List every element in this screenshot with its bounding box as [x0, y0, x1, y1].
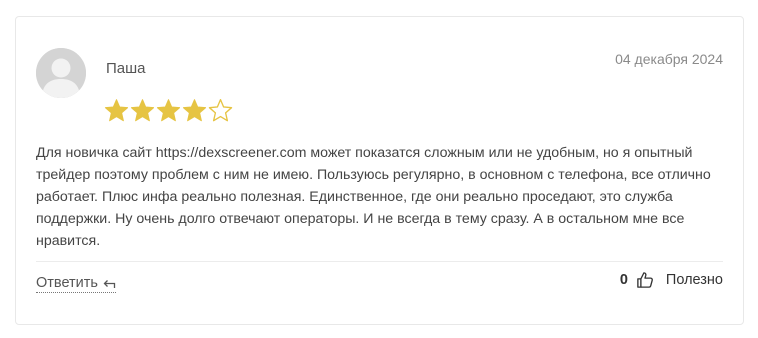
like-count: 0: [619, 272, 628, 288]
review-date: 04 декабря 2024: [615, 51, 723, 67]
star-filled-icon: [104, 98, 129, 123]
review-text: Для новичка сайт https://dexscreener.com…: [36, 145, 711, 249]
star-filled-icon: [182, 98, 207, 123]
review-card: Паша 04 декабря 2024 Для новичка сайт ht…: [15, 16, 744, 325]
rating-stars: [104, 98, 233, 123]
thumbs-up-icon: [637, 272, 653, 288]
reply-label: Ответить: [36, 275, 98, 291]
useful-block: 0 Полезно: [620, 271, 723, 289]
star-empty-icon: [208, 98, 233, 123]
user-silhouette-icon: [36, 48, 86, 98]
reply-button[interactable]: Ответить: [36, 275, 116, 293]
star-filled-icon: [156, 98, 181, 123]
star-filled-icon: [130, 98, 155, 123]
avatar: [36, 48, 86, 98]
author-name: Паша: [106, 60, 146, 77]
divider: [36, 261, 723, 262]
useful-label: Полезно: [665, 272, 723, 288]
reply-arrow-icon: [103, 279, 116, 288]
like-button[interactable]: [636, 271, 654, 289]
